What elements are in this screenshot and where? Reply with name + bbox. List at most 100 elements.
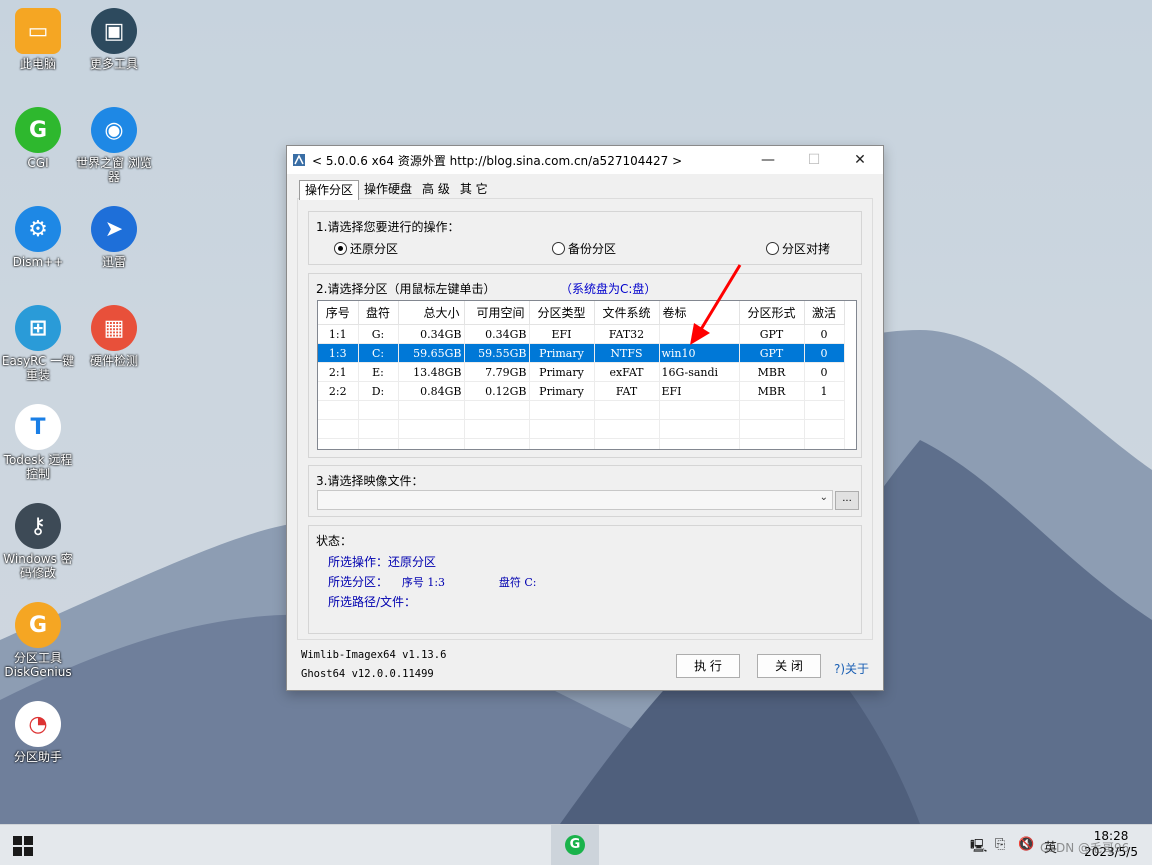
- cell-total: 0.84GB: [398, 381, 465, 401]
- cell-drive: G:: [358, 324, 399, 344]
- radio-copy[interactable]: 分区对拷: [766, 240, 830, 257]
- desktop-icon-easyrc[interactable]: ⊞ EasyRC 一键重装: [0, 305, 76, 382]
- windows-icon: ⊞: [15, 305, 61, 351]
- radio-checked-icon: [334, 242, 347, 255]
- wimlib-version: Wimlib-Imagex64 v1.13.6: [301, 649, 447, 661]
- desktop-icon-diskgenius[interactable]: G 分区工具 DiskGenius: [0, 602, 76, 679]
- radio-label: 分区对拷: [782, 242, 831, 256]
- status-operation: 所选操作：还原分区: [328, 553, 436, 570]
- column-header[interactable]: 激活: [804, 301, 845, 325]
- desktop-icon-partition-assistant[interactable]: ◔ 分区助手: [0, 701, 76, 764]
- cell-total: 59.65GB: [398, 343, 465, 363]
- volume-muted-icon[interactable]: 🔇: [1018, 837, 1034, 852]
- desktop-icon-more-tools[interactable]: ▣ 更多工具: [76, 8, 152, 71]
- tab-operate-partition[interactable]: 操作分区: [299, 180, 360, 200]
- maximize-button[interactable]: ☐: [791, 146, 837, 174]
- cell-drive: D:: [358, 381, 399, 401]
- status-operation-value: 还原分区: [388, 555, 437, 569]
- restore-tool-window: < 5.0.0.6 x64 资源外置 http://blog.sina.com.…: [286, 145, 884, 691]
- key-icon: ⚷: [15, 503, 61, 549]
- table-row[interactable]: 1:1 G: 0.34GB 0.34GB EFI FAT32 GPT 0: [318, 324, 845, 344]
- tab-operate-disk[interactable]: 操作硬盘: [359, 180, 417, 198]
- dism-icon: ⚙: [15, 206, 61, 252]
- cell-active: 0: [804, 324, 845, 344]
- cell-index: 2:2: [318, 381, 359, 401]
- close-button[interactable]: 关 闭: [757, 654, 821, 678]
- network-icon[interactable]: 🖳: [970, 837, 987, 859]
- desktop-icon-todesk[interactable]: T Todesk 远程控制: [0, 404, 76, 481]
- cell-fs: NTFS: [594, 343, 660, 363]
- cell-index: 2:1: [318, 362, 359, 382]
- desktop-icon-label: Todesk 远程控制: [3, 453, 73, 481]
- execute-button[interactable]: 执 行: [676, 654, 740, 678]
- column-header[interactable]: 盘符: [358, 301, 399, 325]
- status-partition-value: 序号 1:3: [401, 576, 446, 589]
- partition-label: 2.请选择分区（用鼠标左键单击）: [316, 282, 496, 296]
- column-header[interactable]: 序号: [318, 301, 359, 325]
- desktop-icon-windows-password[interactable]: ⚷ Windows 密码修改: [0, 503, 76, 580]
- desktop-icon-label: EasyRC 一键重装: [1, 354, 75, 382]
- cell-free: 7.79GB: [464, 362, 530, 382]
- cell-free: 59.55GB: [464, 343, 530, 363]
- desktop-icon-this-pc[interactable]: ▭ 此电脑: [0, 8, 76, 71]
- radio-unchecked-icon: [552, 242, 565, 255]
- close-window-button[interactable]: ✕: [837, 146, 883, 174]
- radio-restore[interactable]: 还原分区: [334, 240, 398, 257]
- desktop-icon-label: Windows 密码修改: [3, 552, 73, 580]
- cell-scheme: MBR: [739, 362, 805, 382]
- column-header[interactable]: 分区类型: [529, 301, 595, 325]
- table-row[interactable]: 2:2 D: 0.84GB 0.12GB Primary FAT EFI MBR…: [318, 381, 845, 401]
- cell-type: Primary: [529, 381, 595, 401]
- desktop-icon-thunder[interactable]: ➤ 迅雷: [76, 206, 152, 269]
- cell-fs: exFAT: [594, 362, 660, 382]
- browse-button[interactable]: ...: [835, 491, 859, 510]
- cell-label: EFI: [659, 381, 740, 401]
- desktop-icon-browser[interactable]: ◉ 世界之窗 浏览器: [76, 107, 152, 184]
- cell-drive: C:: [358, 343, 399, 363]
- desktop-icon-label: CGI: [27, 156, 49, 170]
- desktop-icon-hardware-check[interactable]: ▦ 硬件检测: [76, 305, 152, 368]
- windows-start-icon[interactable]: [12, 835, 34, 857]
- tab-advanced[interactable]: 高 级: [417, 180, 455, 198]
- cell-fs: FAT32: [594, 324, 660, 344]
- table-row-empty: [318, 438, 845, 449]
- desktop-icon-cgi[interactable]: G CGI: [0, 107, 76, 170]
- cell-free: 0.12GB: [464, 381, 530, 401]
- cell-total: 13.48GB: [398, 362, 465, 382]
- status-drive-value: 盘符 C:: [498, 576, 537, 589]
- image-file-label: 3.请选择映像文件：: [316, 474, 424, 488]
- minimize-button[interactable]: —: [745, 146, 791, 174]
- cell-active: 0: [804, 362, 845, 382]
- cell-type: Primary: [529, 343, 595, 363]
- taskbar: G 🖳 ⎘ 🔇 英 18:28 2023/5/5 CSDN @毛哥96: [0, 824, 1152, 865]
- table-row[interactable]: 2:1 E: 13.48GB 7.79GB Primary exFAT 16G-…: [318, 362, 845, 382]
- image-file-combobox[interactable]: ⌄: [317, 490, 833, 510]
- toolbox-icon: ▣: [91, 8, 137, 54]
- browser-icon: ◉: [91, 107, 137, 153]
- cell-free: 0.34GB: [464, 324, 530, 344]
- taskbar-app-cgi[interactable]: G: [551, 825, 599, 865]
- table-row-selected[interactable]: 1:3 C: 59.65GB 59.55GB Primary NTFS win1…: [318, 343, 845, 363]
- cgi-icon: G: [565, 835, 585, 855]
- column-header[interactable]: 可用空间: [464, 301, 530, 325]
- desktop-icon-label: Dism++: [12, 255, 64, 269]
- partition-table[interactable]: 序号 盘符 总大小 可用空间 分区类型 文件系统 卷标 分区形式 激活 1:1 …: [317, 300, 857, 450]
- diskgenius-icon: G: [15, 602, 61, 648]
- cell-index: 1:3: [318, 343, 359, 363]
- table-row-empty: [318, 419, 845, 439]
- desktop-icon-dism[interactable]: ⚙ Dism++: [0, 206, 76, 269]
- radio-backup[interactable]: 备份分区: [552, 240, 616, 257]
- cell-total: 0.34GB: [398, 324, 465, 344]
- radio-label: 还原分区: [350, 242, 399, 256]
- column-header[interactable]: 文件系统: [594, 301, 660, 325]
- thunder-icon: ➤: [91, 206, 137, 252]
- tab-other[interactable]: 其 它: [455, 180, 493, 198]
- title-bar[interactable]: < 5.0.0.6 x64 资源外置 http://blog.sina.com.…: [287, 146, 883, 174]
- table-row-empty: [318, 400, 845, 420]
- usb-icon[interactable]: ⎘: [995, 837, 1005, 852]
- desktop-icon-label: 硬件检测: [89, 354, 138, 368]
- column-header[interactable]: 总大小: [398, 301, 465, 325]
- status-label: 状态：: [316, 534, 353, 548]
- desktop-icon-label: 分区助手: [13, 750, 62, 764]
- about-link[interactable]: ?)关于: [834, 660, 869, 677]
